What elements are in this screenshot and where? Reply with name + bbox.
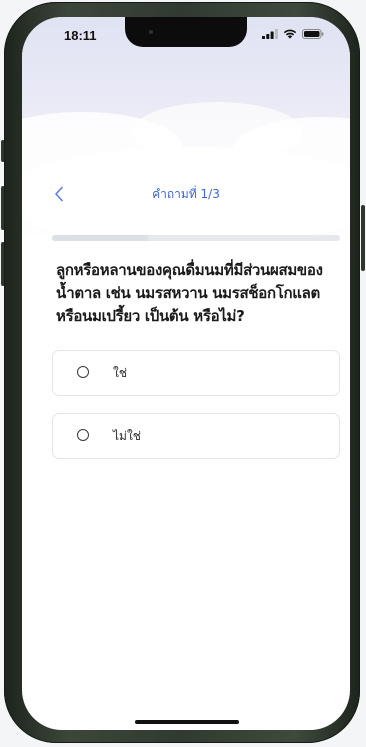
navigation-bar: คำถามที่ 1/3 [22, 181, 350, 207]
page-title: คำถามที่ 1/3 [152, 187, 220, 201]
option-label: ไม่ใช่ [113, 429, 141, 443]
camera-notch [125, 17, 247, 47]
front-camera [149, 30, 153, 34]
status-icons [262, 29, 324, 39]
option-no[interactable]: ไม่ใช่ [52, 413, 340, 459]
signal-bars-icon [262, 29, 278, 39]
wifi-icon [283, 29, 297, 39]
power-button [361, 205, 365, 271]
question-progress-bar [52, 235, 340, 241]
device-stage: 18:11 คำถามที่ 1/3 ลูกหรือหลานของคุณดื่ม… [0, 0, 366, 747]
phone-frame: 18:11 คำถามที่ 1/3 ลูกหรือหลานของคุณดื่ม… [4, 2, 360, 743]
option-label: ใช่ [113, 366, 128, 380]
phone-screen: 18:11 คำถามที่ 1/3 ลูกหรือหลานของคุณดื่ม… [22, 17, 350, 730]
question-text: ลูกหรือหลานของคุณดื่มนมที่มีส่วนผสมของน้… [56, 261, 323, 325]
home-indicator[interactable] [135, 720, 239, 724]
radio-button[interactable] [77, 429, 89, 441]
battery-icon [302, 29, 324, 39]
radio-button[interactable] [77, 366, 89, 378]
status-time: 18:11 [64, 28, 97, 43]
option-yes[interactable]: ใช่ [52, 350, 340, 396]
question-progress-fill [52, 235, 148, 241]
